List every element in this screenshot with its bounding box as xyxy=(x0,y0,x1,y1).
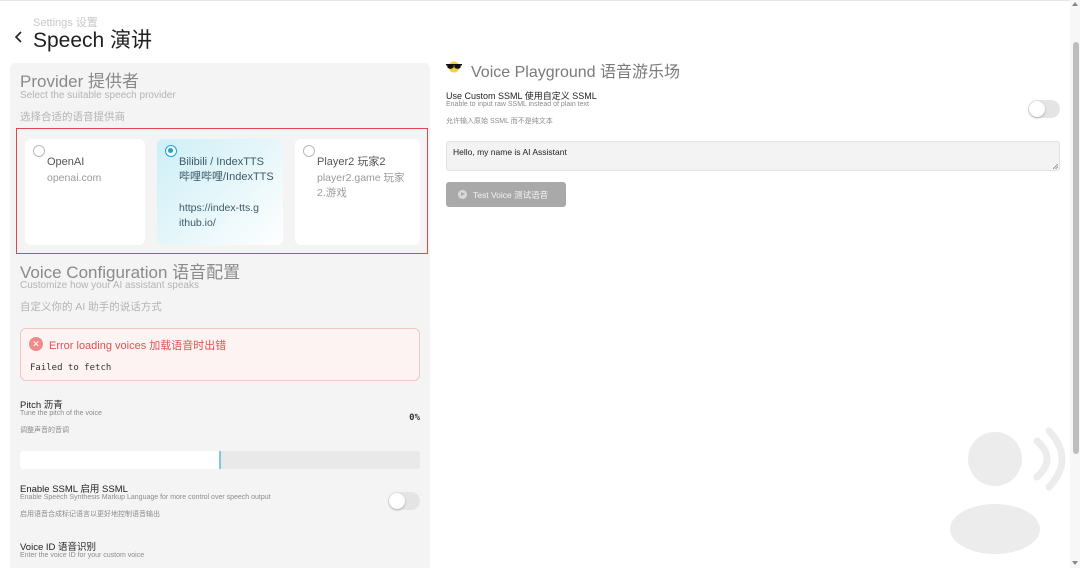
ssml-desc-en: Enable Speech Synthesis Markup Language … xyxy=(20,494,271,501)
pitch-label: Pitch 沥青 xyxy=(20,400,63,411)
ssml-label: Enable SSML 启用 SSML xyxy=(20,484,128,495)
error-alert: ✕ Error loading voices 加载语音时出错 Failed to… xyxy=(20,328,420,381)
provider-card-openai[interactable]: OpenAI openai.com xyxy=(25,139,145,245)
provider-url: https://index-tts.github.io/ xyxy=(179,202,259,229)
voice-id-label: Voice ID 语音识别 xyxy=(20,542,97,553)
sunglasses-icon xyxy=(446,61,462,73)
custom-ssml-toggle[interactable] xyxy=(1028,100,1060,118)
provider-selection-group: OpenAI openai.com Bilibili / IndexTTS 哔哩… xyxy=(16,128,428,254)
provider-radio-player2[interactable] xyxy=(303,145,315,157)
ssml-desc-zh: 启用语音合成标记语言以更好地控制语音输出 xyxy=(20,511,160,518)
play-icon xyxy=(458,190,467,199)
scroll-up-arrow-icon[interactable] xyxy=(1072,2,1078,6)
playground-title: Voice Playground 语音游乐场 xyxy=(471,64,680,81)
voice-config-subtitle-en: Customize how your AI assistant speaks xyxy=(20,280,199,291)
provider-subtitle-en: Select the suitable speech provider xyxy=(20,90,176,101)
voice-id-desc-en: Enter the voice ID for your custom voice xyxy=(20,552,145,559)
provider-radio-bilibili[interactable] xyxy=(165,145,177,157)
pitch-slider[interactable] xyxy=(20,451,420,469)
pitch-desc-en: Tune the pitch of the voice xyxy=(20,410,102,417)
chevron-left-icon[interactable] xyxy=(12,28,26,46)
error-x-icon: ✕ xyxy=(29,337,43,351)
custom-ssml-desc-en: Enable to input raw SSML instead of plai… xyxy=(446,101,589,108)
provider-title: Provider 提供者 xyxy=(20,72,140,91)
pitch-slider-thumb[interactable] xyxy=(219,451,221,469)
pitch-desc-zh: 调整声音的音调 xyxy=(20,427,69,434)
page-title: Speech 演讲 xyxy=(33,29,153,52)
test-voice-button[interactable]: Test Voice 测试语音 xyxy=(446,182,566,207)
pitch-value: 0% xyxy=(409,413,420,423)
resize-handle-icon[interactable] xyxy=(1053,164,1058,169)
provider-url: openai.com xyxy=(47,172,102,184)
provider-name: Player2 玩家2 xyxy=(317,156,386,168)
speaking-person-icon xyxy=(950,427,1066,554)
provider-name: OpenAI xyxy=(47,156,85,168)
voice-config-subtitle-zh: 自定义你的 AI 助手的说话方式 xyxy=(20,301,162,313)
settings-speech-page: Settings 设置 Speech 演讲 Provider 提供者 Selec… xyxy=(0,0,1080,568)
provider-card-player2[interactable]: Player2 玩家2 player2.game 玩家2.游戏 xyxy=(295,139,420,245)
error-message: Failed to fetch xyxy=(30,363,112,373)
custom-ssml-desc-zh: 允许输入原始 SSML 而不是纯文本 xyxy=(446,118,553,125)
scroll-down-arrow-icon[interactable] xyxy=(1072,561,1078,565)
provider-url: player2.game 玩家2.游戏 xyxy=(317,172,405,199)
provider-card-bilibili[interactable]: Bilibili / IndexTTS 哔哩哔哩/IndexTTS https:… xyxy=(157,139,283,245)
scrollbar-thumb[interactable] xyxy=(1073,42,1079,454)
test-voice-label: Test Voice 测试语音 xyxy=(473,190,549,200)
playground-text-input[interactable]: Hello, my name is AI Assistant xyxy=(446,141,1060,171)
settings-panel: Provider 提供者 Select the suitable speech … xyxy=(10,63,430,568)
pitch-slider-fill xyxy=(20,451,220,469)
top-divider xyxy=(0,0,1070,1)
provider-name: Bilibili / IndexTTS 哔哩哔哩/IndexTTS xyxy=(179,156,274,183)
error-title: Error loading voices 加载语音时出错 xyxy=(49,340,227,352)
provider-subtitle-zh: 选择合适的语音提供商 xyxy=(20,111,125,123)
ssml-toggle[interactable] xyxy=(388,492,420,510)
provider-radio-openai[interactable] xyxy=(33,145,45,157)
